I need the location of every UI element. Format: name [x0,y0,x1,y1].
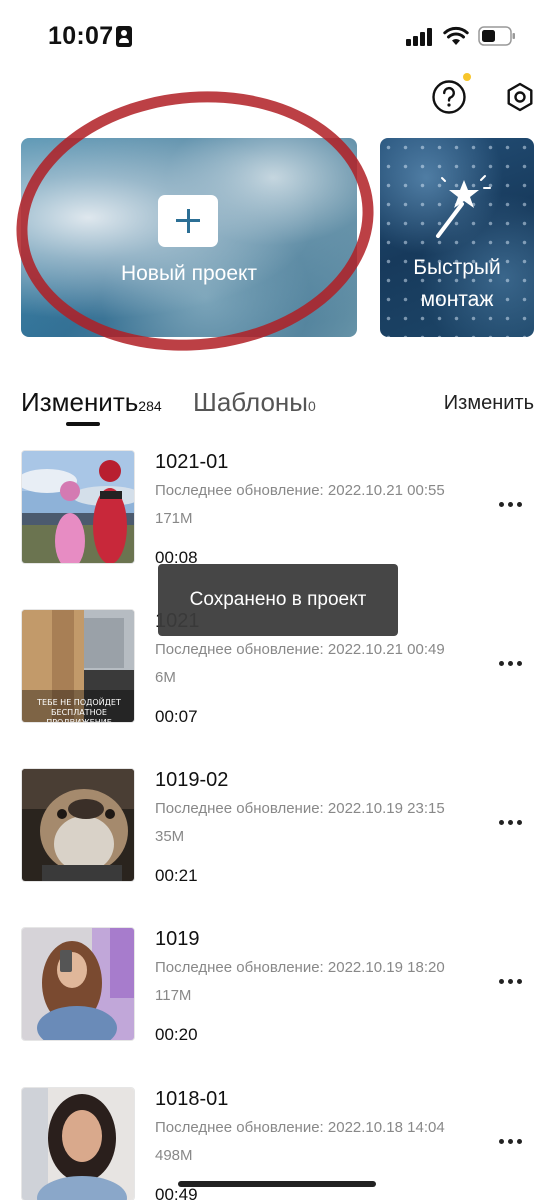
project-thumbnail [21,927,135,1041]
tab-templates[interactable]: Шаблоны0 [193,387,316,418]
tab-templates-label: Шаблоны [193,387,308,417]
project-size: 35M [155,828,185,845]
tab-edit-count: 284 [138,398,162,414]
project-item[interactable]: 1021-01 Последнее обновление: 2022.10.21… [21,450,534,568]
plus-icon [158,195,218,247]
thumbnail-caption-line1: ТЕБЕ НЕ ПОДОЙДЕТ [37,698,121,707]
battery-icon [478,26,515,46]
tab-edit-label: Изменить [21,387,139,417]
project-duration: 00:20 [155,1025,198,1044]
project-item[interactable]: 1019-02 Последнее обновление: 2022.10.19… [21,768,534,886]
project-updated: Последнее обновление: 2022.10.19 23:15 [155,800,445,817]
tab-templates-count: 0 [307,398,316,414]
help-icon[interactable] [431,79,467,115]
project-item[interactable]: 1019 Последнее обновление: 2022.10.19 18… [21,927,534,1045]
project-name: 1019 [155,928,200,950]
project-updated: Последнее обновление: 2022.10.19 18:20 [155,959,445,976]
more-options-icon[interactable] [499,661,523,667]
settings-icon[interactable] [502,79,538,115]
project-duration: 00:49 [155,1185,198,1200]
toast-message: Сохранено в проект [158,564,398,636]
project-updated: Последнее обновление: 2022.10.21 00:49 [155,641,445,658]
project-name: 1021-01 [155,451,229,473]
active-tab-indicator [66,422,100,426]
tab-edit[interactable]: Изменить284 [21,387,162,426]
project-size: 6M [155,669,176,686]
status-bar: 10:07 [0,0,555,70]
project-updated: Последнее обновление: 2022.10.18 14:04 [155,1119,445,1136]
wifi-icon [443,26,469,45]
project-size: 498M [155,1147,193,1164]
home-indicator[interactable] [178,1181,376,1187]
magic-wand-icon [436,175,491,238]
quick-edit-label: Быстрый монтаж [380,252,534,316]
project-size: 117M [155,987,192,1004]
project-tabs: Изменить284 Шаблоны0 Изменить [21,387,534,431]
project-duration: 00:07 [155,707,198,726]
project-size: 171M [155,510,193,527]
more-options-icon[interactable] [499,979,523,985]
project-thumbnail [21,768,135,882]
status-time: 10:07 [48,22,114,50]
quick-edit-card[interactable]: Быстрый монтаж [380,138,534,337]
new-project-card[interactable]: Новый проект [21,138,357,337]
project-duration: 00:21 [155,866,198,885]
contact-card-icon [116,26,132,47]
project-thumbnail [21,450,135,564]
more-options-icon[interactable] [499,1139,523,1145]
new-project-label: Новый проект [120,262,258,285]
project-thumbnail: ТЕБЕ НЕ ПОДОЙДЕТ БЕСПЛАТНОЕ ПРОДВИЖЕНИЕ [21,609,135,723]
project-updated: Последнее обновление: 2022.10.21 00:55 [155,482,445,499]
thumbnail-caption: ТЕБЕ НЕ ПОДОЙДЕТ БЕСПЛАТНОЕ ПРОДВИЖЕНИЕ [22,698,134,723]
quick-edit-label-line1: Быстрый [413,256,501,279]
quick-edit-label-line2: монтаж [420,288,494,311]
more-options-icon[interactable] [499,820,523,826]
project-name: 1019-02 [155,769,229,791]
edit-list-button[interactable]: Изменить [444,392,534,415]
project-name: 1018-01 [155,1088,229,1110]
cellular-signal-icon [406,28,434,46]
project-thumbnail [21,1087,135,1200]
notification-dot [463,73,471,81]
more-options-icon[interactable] [499,502,523,508]
thumbnail-caption-line2: БЕСПЛАТНОЕ ПРОДВИЖЕНИЕ [46,708,112,723]
